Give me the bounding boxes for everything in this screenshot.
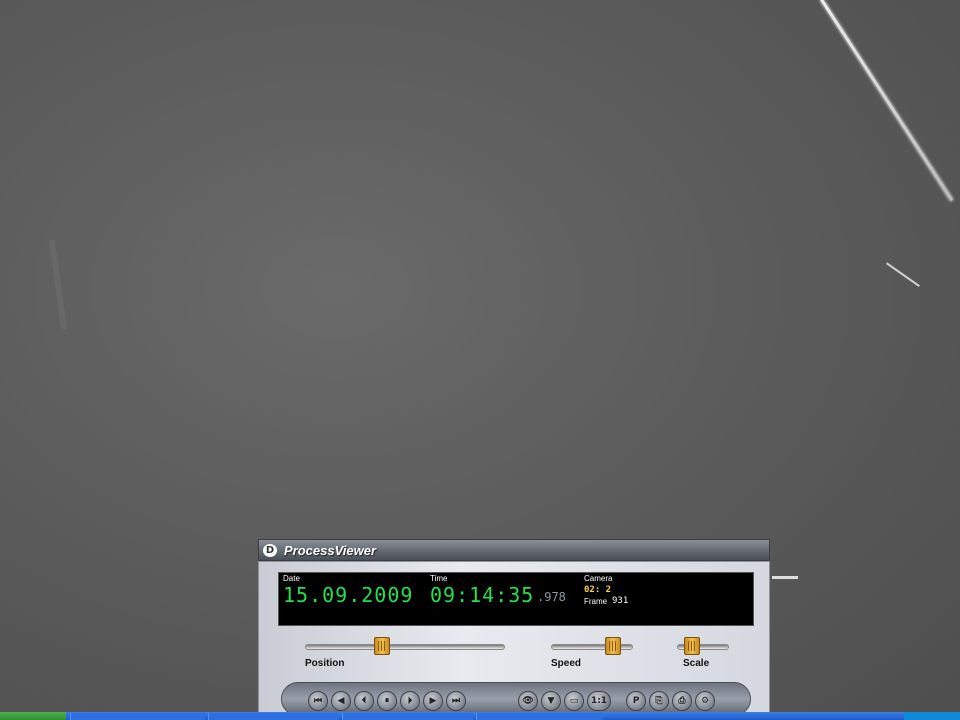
fast-forward-icon[interactable]: ⏭ bbox=[446, 691, 466, 711]
camera-value: 02: 2 bbox=[584, 585, 612, 595]
print-icon[interactable]: ⎙ bbox=[672, 691, 692, 711]
info-display: Date 15.09.2009 Time 09:14:35 .978 Camer… bbox=[278, 572, 754, 626]
app-logo-icon: D bbox=[263, 544, 277, 557]
play-icon[interactable]: ▶ bbox=[423, 691, 443, 711]
time-label: Time bbox=[430, 574, 448, 583]
rewind-icon[interactable]: ◀ bbox=[331, 691, 351, 711]
date-label: Date bbox=[283, 574, 300, 583]
step-back-icon[interactable]: ⏴ bbox=[354, 691, 374, 711]
control-button-bar: ⏮ ◀ ⏴ ⏸ ⏵ ▶ ⏭ 👁 ▼ ▭ 1:1 P ⎘ ⎙ ⚙ bbox=[281, 682, 751, 716]
scale-slider-thumb[interactable] bbox=[683, 637, 700, 655]
binoculars-icon[interactable]: 👁 bbox=[518, 691, 538, 711]
date-value: 15.09.2009 bbox=[283, 583, 414, 607]
taskbar-item[interactable] bbox=[208, 713, 339, 720]
window-title: ProcessViewer bbox=[284, 543, 377, 558]
scale-label: Scale bbox=[683, 658, 710, 669]
taskbar-item[interactable] bbox=[70, 713, 205, 720]
frame-value: 931 bbox=[612, 596, 629, 606]
window-title-bar[interactable]: D ProcessViewer bbox=[258, 539, 770, 561]
pause-icon[interactable]: ⏸ bbox=[377, 691, 397, 711]
video-artifact bbox=[48, 240, 68, 330]
taskbar-item[interactable] bbox=[476, 713, 603, 720]
light-streak bbox=[820, 0, 954, 202]
taskbar-item[interactable] bbox=[342, 713, 473, 720]
window-body: Date 15.09.2009 Time 09:14:35 .978 Camer… bbox=[258, 561, 770, 720]
start-button[interactable] bbox=[0, 712, 66, 720]
position-label: Position bbox=[305, 658, 345, 669]
speed-slider-thumb[interactable] bbox=[605, 637, 622, 655]
time-value: 09:14:35 bbox=[430, 583, 535, 607]
position-slider-thumb[interactable] bbox=[374, 637, 391, 655]
first-frame-icon[interactable]: ⏮ bbox=[308, 691, 328, 711]
parking-icon[interactable]: P bbox=[626, 691, 646, 711]
processviewer-window: D ProcessViewer Date 15.09.2009 Time 09:… bbox=[258, 539, 770, 720]
settings-icon[interactable]: ⚙ bbox=[695, 691, 715, 711]
light-streak bbox=[886, 262, 920, 287]
step-forward-icon[interactable]: ⏵ bbox=[400, 691, 420, 711]
filter-icon[interactable]: ▼ bbox=[541, 691, 561, 711]
system-tray bbox=[904, 712, 960, 720]
frame-label: Frame bbox=[584, 597, 608, 606]
taskbar bbox=[0, 712, 960, 720]
zoom-1-1-icon[interactable]: 1:1 bbox=[587, 691, 611, 711]
time-milliseconds: .978 bbox=[537, 590, 566, 604]
monitor-icon[interactable]: ▭ bbox=[564, 691, 584, 711]
export-icon[interactable]: ⎘ bbox=[649, 691, 669, 711]
speed-label: Speed bbox=[551, 658, 582, 669]
position-slider-track[interactable] bbox=[305, 644, 505, 650]
light-streak bbox=[772, 576, 798, 579]
camera-label: Camera bbox=[584, 574, 613, 583]
